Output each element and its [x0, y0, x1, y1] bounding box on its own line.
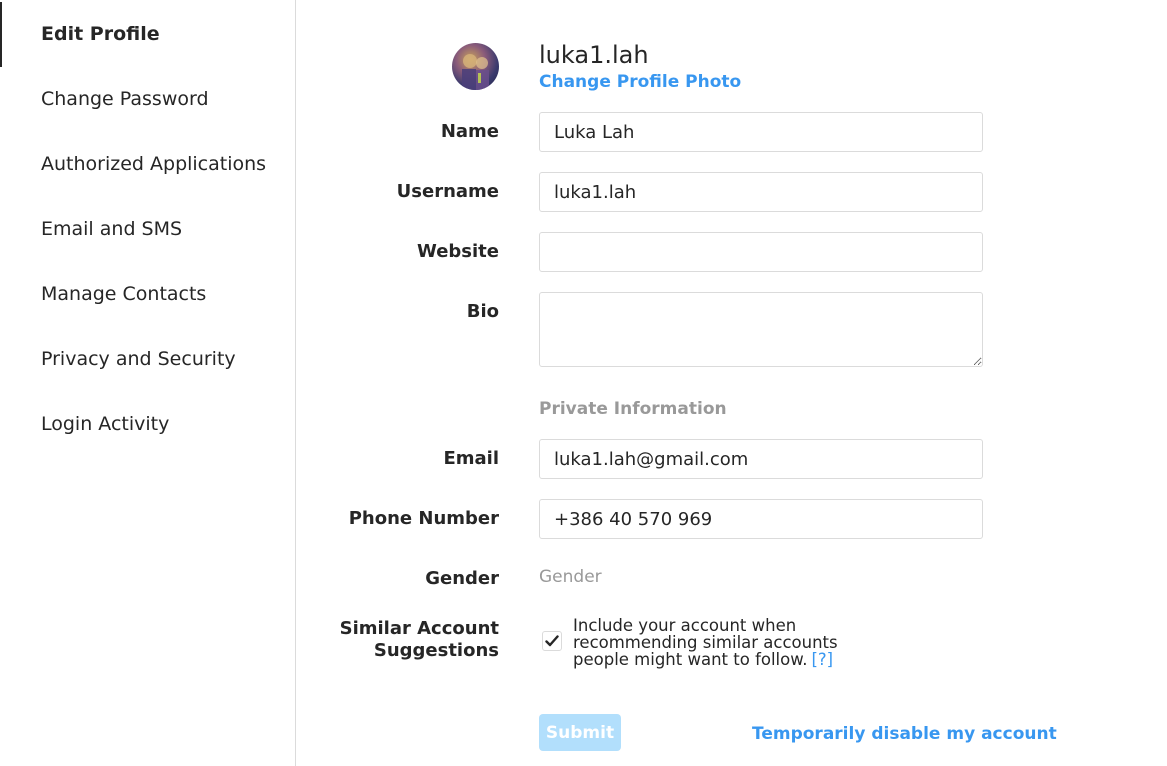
sidebar-item-change-password[interactable]: Change Password — [0, 67, 295, 132]
sidebar-item-login-activity[interactable]: Login Activity — [0, 392, 295, 457]
private-information-heading: Private Information — [539, 399, 727, 419]
name-field[interactable] — [539, 112, 983, 152]
similar-label-line1: Similar Account — [339, 618, 499, 639]
settings-sidebar: Edit Profile Change Password Authorized … — [0, 0, 296, 766]
sidebar-item-email-and-sms[interactable]: Email and SMS — [0, 197, 295, 262]
checkmark-icon — [545, 635, 559, 647]
website-field[interactable] — [539, 232, 983, 272]
name-label: Name — [440, 121, 499, 142]
email-label: Email — [443, 448, 499, 469]
phone-number-label: Phone Number — [348, 508, 499, 529]
bio-label: Bio — [466, 301, 499, 322]
gender-field[interactable]: Gender — [539, 566, 602, 588]
similar-accounts-description: Include your account when recommending s… — [573, 617, 853, 668]
username-label: Username — [396, 181, 499, 202]
username-field[interactable] — [539, 172, 983, 212]
similar-label-line2: Suggestions — [373, 640, 499, 661]
temporarily-disable-account-link[interactable]: Temporarily disable my account — [752, 722, 1057, 746]
website-label: Website — [416, 241, 499, 262]
bio-field[interactable] — [539, 292, 983, 367]
sidebar-item-privacy-and-security[interactable]: Privacy and Security — [0, 327, 295, 392]
profile-username: luka1.lah — [539, 41, 649, 69]
change-profile-photo-link[interactable]: Change Profile Photo — [539, 70, 741, 94]
sidebar-item-edit-profile[interactable]: Edit Profile — [0, 2, 295, 67]
sidebar-item-manage-contacts[interactable]: Manage Contacts — [0, 262, 295, 327]
avatar-image — [462, 54, 489, 90]
similar-accounts-help-link[interactable]: [?] — [811, 650, 833, 669]
phone-number-field[interactable] — [539, 499, 983, 539]
edit-profile-form: luka1.lah Change Profile Photo Name User… — [297, 0, 1167, 766]
avatar[interactable] — [452, 43, 499, 90]
email-field[interactable] — [539, 439, 983, 479]
submit-button[interactable]: Submit — [539, 714, 621, 751]
similar-accounts-description-text: Include your account when recommending s… — [573, 616, 838, 669]
edit-profile-page: Edit Profile Change Password Authorized … — [0, 0, 1167, 766]
similar-accounts-checkbox[interactable] — [542, 631, 562, 651]
similar-account-suggestions-label: Similar Account Suggestions — [340, 618, 499, 662]
sidebar-item-authorized-applications[interactable]: Authorized Applications — [0, 132, 295, 197]
gender-label: Gender — [425, 568, 499, 589]
